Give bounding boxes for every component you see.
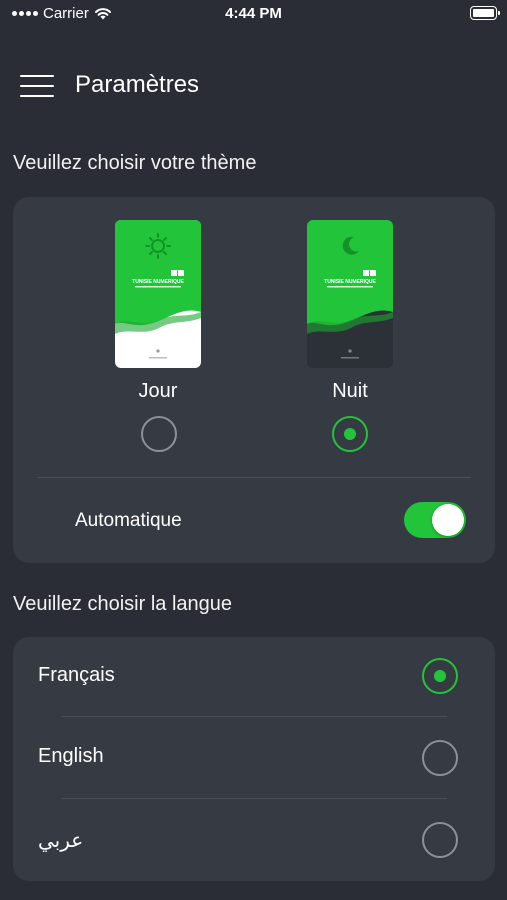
language-label-arabic[interactable]: عربي xyxy=(38,828,83,853)
status-bar: Carrier 4:44 PM xyxy=(0,0,507,28)
night-preview-brand: TUNISIE NUMERIQUE xyxy=(324,279,376,285)
theme-option-day[interactable]: TUNISIE NUMERIQUE Jour xyxy=(113,220,203,403)
language-divider-1 xyxy=(62,716,447,717)
language-card: Français English عربي xyxy=(13,637,495,881)
night-theme-preview[interactable]: TUNISIE NUMERIQUE xyxy=(307,220,393,368)
language-radio-french[interactable] xyxy=(422,658,458,694)
theme-radio-night[interactable] xyxy=(332,416,368,452)
header: Paramètres xyxy=(0,60,507,110)
language-radio-arabic[interactable] xyxy=(422,822,458,858)
battery-icon xyxy=(470,6,500,20)
theme-option-night[interactable]: TUNISIE NUMERIQUE Nuit xyxy=(305,220,395,403)
theme-radio-day[interactable] xyxy=(141,416,177,452)
language-section-title: Veuillez choisir la langue xyxy=(13,593,233,615)
theme-card: TUNISIE NUMERIQUE Jour TUNISIE NUMERIQUE… xyxy=(13,197,495,563)
language-divider-2 xyxy=(62,798,447,799)
page-title: Paramètres xyxy=(75,71,200,98)
day-theme-preview[interactable]: TUNISIE NUMERIQUE xyxy=(115,220,201,368)
language-radio-english[interactable] xyxy=(422,740,458,776)
automatic-label: Automatique xyxy=(75,510,182,531)
status-time: 4:44 PM xyxy=(225,5,282,22)
theme-label-day: Jour xyxy=(138,380,178,402)
toggle-knob xyxy=(432,504,464,536)
language-label-english[interactable]: English xyxy=(38,745,104,768)
hamburger-menu-icon[interactable] xyxy=(20,75,54,97)
theme-label-night: Nuit xyxy=(332,380,368,402)
day-preview-brand: TUNISIE NUMERIQUE xyxy=(132,279,184,285)
automatic-toggle[interactable] xyxy=(404,502,466,538)
settings-screen: Carrier 4:44 PM Paramètres Veuillez choi… xyxy=(0,0,507,900)
theme-divider xyxy=(37,477,471,478)
theme-section-title: Veuillez choisir votre thème xyxy=(13,152,257,174)
language-label-french[interactable]: Français xyxy=(38,664,115,687)
